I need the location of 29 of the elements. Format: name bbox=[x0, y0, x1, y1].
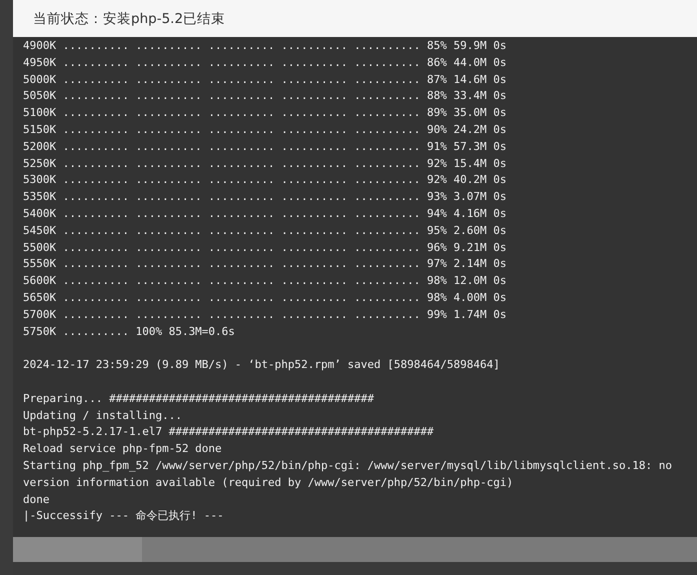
terminal-line: 5400K .......... .......... .......... .......... .......... 94% 4.16M 0s bbox=[23, 206, 508, 222]
dialog-title: 当前状态：安装php-5.2已结束 bbox=[33, 10, 226, 28]
terminal-line: 5250K .......... .......... .......... .......... .......... 92% 15.4M 0s bbox=[23, 156, 508, 172]
terminal-line: 4950K .......... .......... .......... .......... .......... 86% 44.0M 0s bbox=[23, 54, 508, 71]
terminal-line: 5100K .......... .......... .......... .......... .......... 89% 35.0M 0s bbox=[23, 105, 508, 122]
terminal-line: bt-php52-5.2.17-1.el7 ######################################## bbox=[23, 424, 435, 440]
terminal-line: 5300K .......... .......... .......... .......... .......... 92% 40.2M 0s bbox=[23, 172, 508, 188]
terminal-line: Updating / installing... bbox=[23, 408, 183, 424]
terminal-line: 5200K .......... .......... .......... .......... .......... 91% 57.3M 0s bbox=[23, 138, 508, 155]
terminal-line: Reload service php-fpm-52 done bbox=[23, 441, 223, 458]
terminal-line: 5500K .......... .......... .......... .......... .......... 96% 9.21M 0s bbox=[23, 240, 508, 256]
terminal-line: 5000K .......... .......... .......... .......... .......... 87% 14.6M 0s bbox=[23, 72, 508, 88]
terminal-line: 5450K .......... .......... .......... .......... .......... 95% 2.60M 0s bbox=[23, 222, 508, 239]
terminal-line: 5050K .......... .......... .......... .......... .......... 88% 33.4M 0s bbox=[23, 88, 508, 104]
terminal-line: 5650K .......... .......... .......... .......... .......... 98% 4.00M 0s bbox=[23, 290, 508, 306]
scrollbar-thumb[interactable] bbox=[13, 537, 142, 562]
terminal-line: 5700K .......... .......... .......... .......... .......... 99% 1.74M 0s bbox=[23, 306, 508, 323]
terminal-line: 5550K .......... .......... .......... .......... .......... 97% 2.14M 0s bbox=[23, 256, 508, 272]
terminal-line: done bbox=[23, 492, 50, 508]
terminal-line: 5350K .......... .......... .......... .......... .......... 93% 3.07M 0s bbox=[23, 189, 508, 206]
horizontal-scrollbar[interactable] bbox=[13, 537, 697, 562]
terminal-line: 5600K .......... .......... .......... .......... .......... 98% 12.0M 0s bbox=[23, 273, 508, 290]
terminal-line: Starting php_fpm_52 /www/server/php/52/bin/php-cgi: /www/server/mysql/lib/libmysqlclient.so.18: no version information available (required by /www/server/php/52/bin/php-cgi) bbox=[23, 458, 674, 491]
terminal-line: |-Successify --- 命令已执行! --- bbox=[23, 508, 225, 524]
terminal-line: 4900K .......... .......... .......... .......... .......... 85% 59.9M 0s bbox=[23, 38, 508, 54]
terminal-line: Preparing... ######################################## bbox=[23, 390, 375, 407]
terminal-line: 5150K .......... .......... .......... .......... .......... 90% 24.2M 0s bbox=[23, 122, 508, 138]
terminal-line: 5750K .......... 100% 85.3M=0.6s bbox=[23, 324, 236, 340]
terminal-line: 2024-12-17 23:59:29 (9.89 MB/s) - ‘bt-php52.rpm’ saved [5898464/5898464] bbox=[23, 357, 501, 374]
